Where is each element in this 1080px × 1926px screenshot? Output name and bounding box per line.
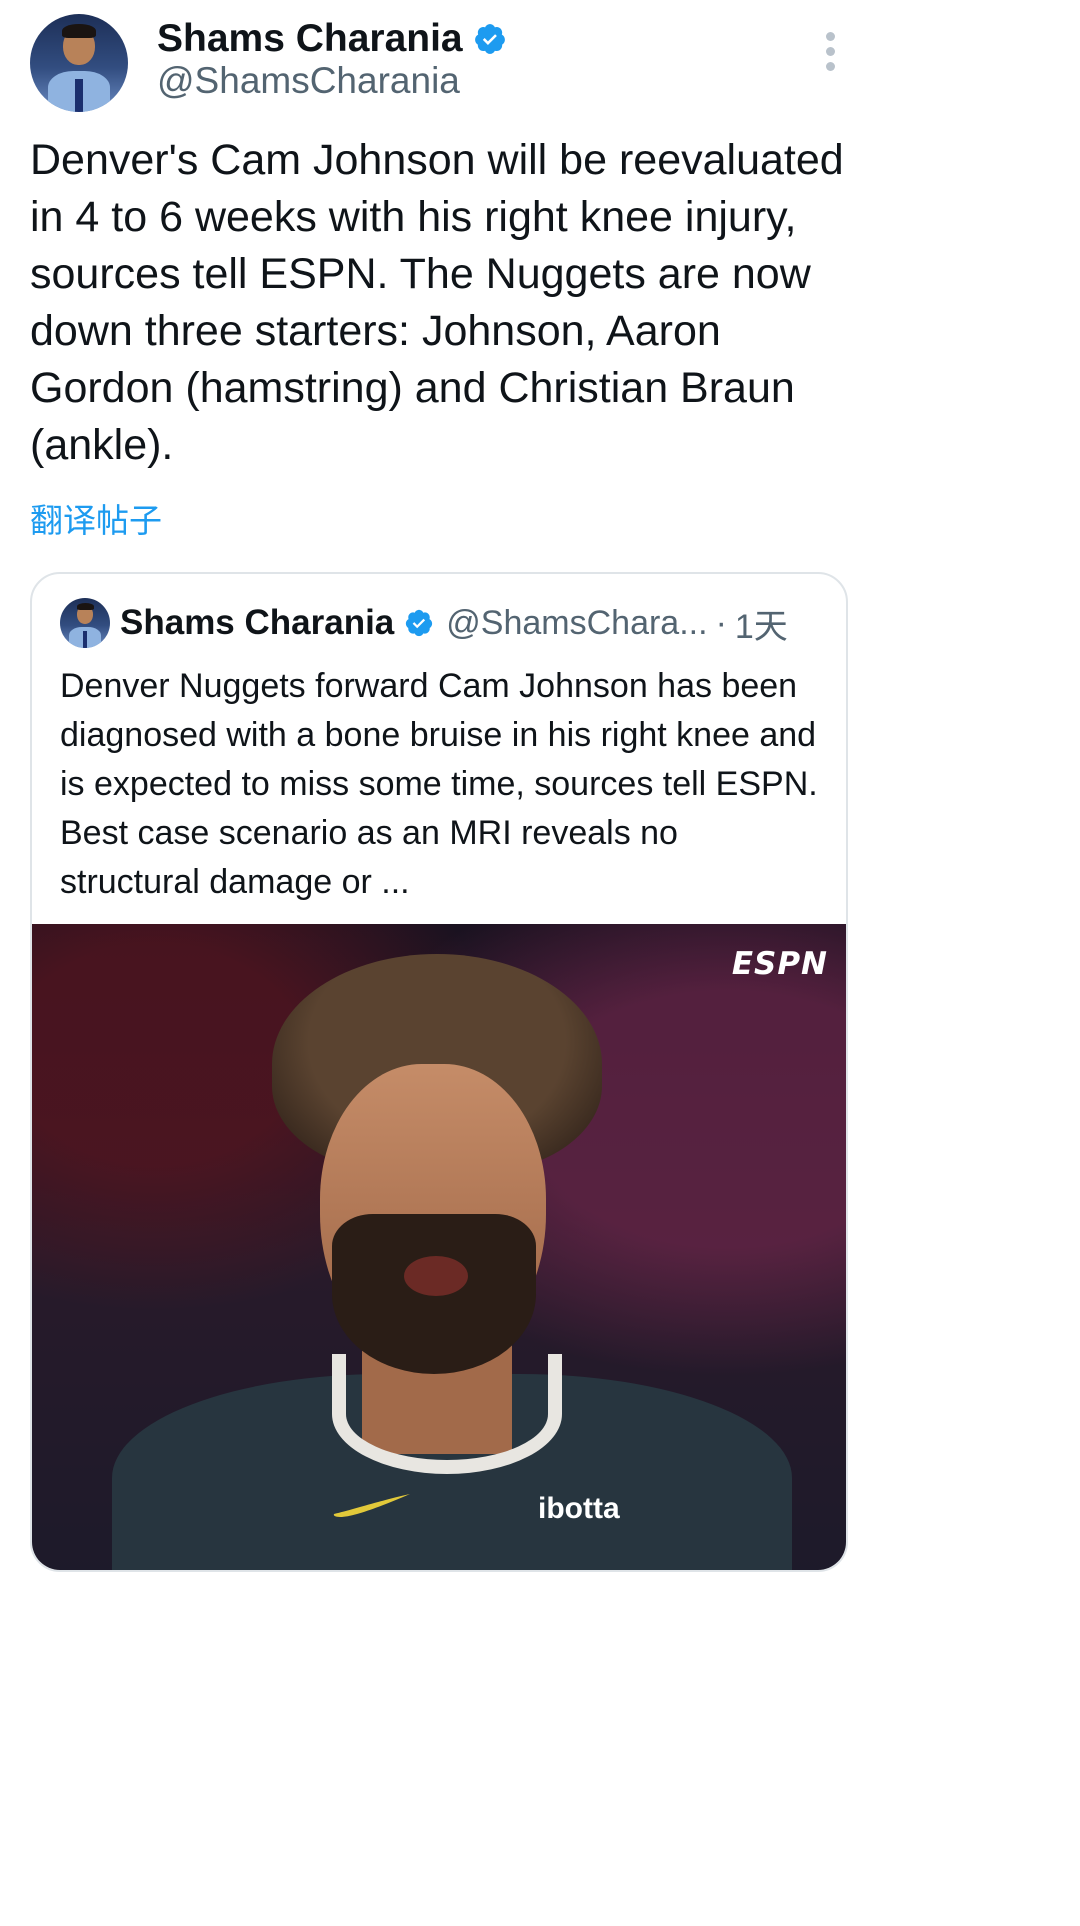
quote-text: Denver Nuggets forward Cam Johnson has b…	[60, 667, 818, 901]
quote-separator-dot: ·	[715, 603, 727, 642]
espn-watermark: ESPN	[731, 946, 828, 982]
quote-timestamp: 1天	[734, 607, 788, 646]
quote-author-avatar	[60, 598, 110, 648]
author-name-row[interactable]: Shams Charania	[157, 14, 507, 64]
author-handle[interactable]: @ShamsCharania	[157, 60, 460, 102]
verified-badge-icon	[474, 24, 505, 54]
quote-photo[interactable]: ibotta ESPN	[32, 924, 846, 1570]
more-options-button[interactable]	[815, 32, 845, 76]
avatar-tie	[75, 78, 83, 112]
tweet-text: Denver's Cam Johnson will be reevaluated…	[30, 136, 844, 469]
quote-author-name: Shams Charania	[120, 603, 395, 642]
avatar-hair	[62, 23, 96, 38]
jersey-sponsor: ibotta	[538, 1492, 620, 1525]
translate-post-link[interactable]: 翻译帖子	[30, 494, 162, 542]
verified-badge-icon	[406, 609, 433, 637]
quote-author-handle: @ShamsChara...	[446, 603, 708, 642]
nike-swoosh-icon	[333, 1494, 410, 1517]
player-mouth	[404, 1256, 468, 1296]
author-display-name[interactable]: Shams Charania	[157, 17, 463, 61]
author-avatar[interactable]	[30, 14, 128, 112]
quoted-tweet-card[interactable]: Shams Charania @ShamsChara... · 1天 Denve…	[30, 572, 848, 1572]
more-vertical-icon	[825, 32, 835, 41]
quote-header: Shams Charania @ShamsChara... · 1天	[120, 600, 788, 646]
